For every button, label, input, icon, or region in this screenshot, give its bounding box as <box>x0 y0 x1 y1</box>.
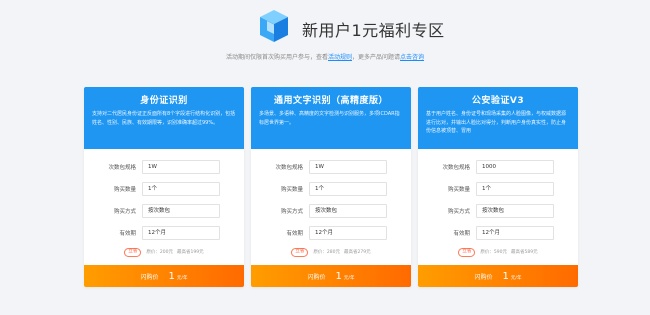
validity-row: 有效期 12个月 <box>84 222 244 244</box>
validity-field[interactable]: 12个月 <box>142 226 220 240</box>
flash-price-value: 1 <box>502 270 509 282</box>
spec-row: 次数包规格 1W <box>84 156 244 178</box>
flash-price-unit: 元/年 <box>510 275 522 281</box>
purchase-method-field[interactable]: 按次数包 <box>142 204 220 218</box>
max-saving: 最高省589元 <box>511 250 538 256</box>
validity-field[interactable]: 12个月 <box>309 226 387 240</box>
validity-row: 有效期 12个月 <box>418 222 578 244</box>
package-spec-field[interactable]: 1W <box>309 160 387 174</box>
package-spec-field[interactable]: 1000 <box>476 160 554 174</box>
card-description: 基于用户姓名、身份证号和现场采集的人脸图像，与权威数据源进行比对，并输出人脸比对… <box>426 111 567 134</box>
original-price: 原价：200元 <box>146 250 173 256</box>
quantity-row: 购买数量 1个 <box>418 178 578 200</box>
price-info: 立省 原价：200元 最高省199元 <box>84 248 244 257</box>
flash-buy-button[interactable]: 闪购价 1 元/年 <box>418 265 578 287</box>
max-saving: 最高省199元 <box>177 250 204 256</box>
row-label: 购买方式 <box>447 209 470 215</box>
purchase-method-row: 购买方式 按次数包 <box>251 200 411 222</box>
card-header: 通用文字识别（高精度版） 多场景、多语种、高精度的文字检测与识别服务，多项ICD… <box>251 87 411 149</box>
flash-price-label: 闪购价 <box>474 273 493 281</box>
row-label: 次数包规格 <box>442 165 470 171</box>
hero-banner: 新用户1元福利专区 活动期间仅限首次购买用户参与，查看活动规则，更多产品问题请点… <box>0 0 650 85</box>
flash-price-unit: 元/年 <box>343 275 355 281</box>
product-card-police-verify: 公安验证V3 基于用户姓名、身份证号和现场采集的人脸图像，与权威数据源进行比对，… <box>418 87 578 287</box>
product-card-id-card-ocr: 身份证识别 支持对二代居民身份证正反面所有8个字段进行结构化识别，包括姓名、性别… <box>84 87 244 287</box>
card-title: 公安验证V3 <box>471 96 525 106</box>
card-title: 通用文字识别（高精度版） <box>273 96 388 106</box>
row-label: 购买方式 <box>280 209 303 215</box>
quantity-row: 购买数量 1个 <box>84 178 244 200</box>
row-label: 有效期 <box>119 231 136 237</box>
flash-price-value: 1 <box>168 270 175 282</box>
row-label: 次数包规格 <box>108 165 136 171</box>
consult-link[interactable]: 点击咨询 <box>400 54 424 61</box>
package-spec-field[interactable]: 1W <box>142 160 220 174</box>
purchase-method-field[interactable]: 按次数包 <box>476 204 554 218</box>
flash-price-unit: 元/年 <box>176 275 188 281</box>
purchase-method-row: 购买方式 按次数包 <box>84 200 244 222</box>
quantity-field[interactable]: 1个 <box>476 182 554 196</box>
cube-logo-icon <box>260 10 288 42</box>
quantity-field[interactable]: 1个 <box>309 182 387 196</box>
card-description: 多场景、多语种、高精度的文字检测与识别服务，多项ICDAR指标居世界第一。 <box>259 111 400 126</box>
spec-row: 次数包规格 1000 <box>418 156 578 178</box>
original-price: 原价：280元 <box>313 250 340 256</box>
max-saving: 最高省279元 <box>344 250 371 256</box>
flash-buy-button[interactable]: 闪购价 1 元/年 <box>251 265 411 287</box>
original-price: 原价：590元 <box>480 250 507 256</box>
price-info: 立省 原价：590元 最高省589元 <box>418 248 578 257</box>
validity-row: 有效期 12个月 <box>251 222 411 244</box>
save-badge: 立省 <box>291 248 309 257</box>
quantity-row: 购买数量 1个 <box>251 178 411 200</box>
flash-buy-button[interactable]: 闪购价 1 元/年 <box>84 265 244 287</box>
purchase-method-field[interactable]: 按次数包 <box>309 204 387 218</box>
activity-rules-link[interactable]: 活动规则 <box>328 54 352 61</box>
card-title: 身份证识别 <box>140 96 188 106</box>
product-card-general-ocr: 通用文字识别（高精度版） 多场景、多语种、高精度的文字检测与识别服务，多项ICD… <box>251 87 411 287</box>
row-label: 购买数量 <box>447 187 470 193</box>
notice-mid: ，更多产品问题请 <box>352 54 401 61</box>
card-description: 支持对二代居民身份证正反面所有8个字段进行结构化识别，包括姓名、性别、民族、有效… <box>92 111 236 126</box>
spec-row: 次数包规格 1W <box>251 156 411 178</box>
flash-price-label: 闪购价 <box>140 273 159 281</box>
row-label: 购买方式 <box>113 209 136 215</box>
save-badge: 立省 <box>458 248 476 257</box>
save-badge: 立省 <box>124 248 142 257</box>
card-header: 身份证识别 支持对二代居民身份证正反面所有8个字段进行结构化识别，包括姓名、性别… <box>84 87 244 149</box>
card-header: 公安验证V3 基于用户姓名、身份证号和现场采集的人脸图像，与权威数据源进行比对，… <box>418 87 578 149</box>
validity-field[interactable]: 12个月 <box>476 226 554 240</box>
page-title: 新用户1元福利专区 <box>302 21 445 40</box>
notice-text: 活动期间仅限首次购买用户参与，查看活动规则，更多产品问题请点击咨询 <box>0 52 650 61</box>
row-label: 有效期 <box>286 231 303 237</box>
row-label: 购买数量 <box>113 187 136 193</box>
flash-price-label: 闪购价 <box>307 273 326 281</box>
row-label: 次数包规格 <box>275 165 303 171</box>
flash-price-value: 1 <box>335 270 342 282</box>
quantity-field[interactable]: 1个 <box>142 182 220 196</box>
row-label: 购买数量 <box>280 187 303 193</box>
notice-prefix: 活动期间仅限首次购买用户参与，查看 <box>225 54 328 61</box>
price-info: 立省 原价：280元 最高省279元 <box>251 248 411 257</box>
row-label: 有效期 <box>453 231 470 237</box>
purchase-method-row: 购买方式 按次数包 <box>418 200 578 222</box>
